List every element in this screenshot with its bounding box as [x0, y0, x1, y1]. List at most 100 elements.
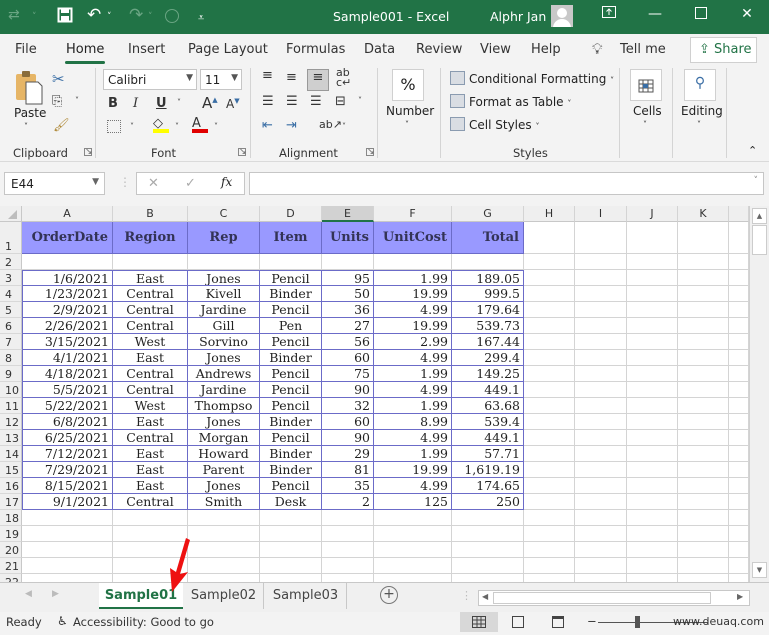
dialog-launcher-icon[interactable]: ↘ [84, 148, 93, 157]
cell-a5[interactable]: 2/9/2021 [22, 302, 113, 318]
increase-indent-icon[interactable]: ⇥ [286, 118, 297, 133]
row-header-4[interactable]: 4 [0, 286, 22, 302]
font-color-icon[interactable]: A [192, 116, 208, 133]
cell-c5[interactable]: Jardine [188, 302, 260, 318]
cell-a15[interactable]: 7/29/2021 [22, 462, 113, 478]
cell-c15[interactable]: Parent [188, 462, 260, 478]
column-header-e[interactable]: E [322, 206, 374, 222]
column-header-f[interactable]: F [374, 206, 452, 222]
autosave-icon[interactable]: ⇄ [8, 7, 20, 23]
cell-e16[interactable]: 35 [322, 478, 374, 494]
share-button[interactable]: ⇪ Share [690, 37, 757, 63]
header-cell-orderdate[interactable]: OrderDate [22, 222, 113, 254]
cell-d7[interactable]: Pencil [260, 334, 322, 350]
cell-f8[interactable]: 4.99 [374, 350, 452, 366]
touch-mode-icon[interactable] [165, 9, 179, 23]
cell-f12[interactable]: 8.99 [374, 414, 452, 430]
wrap-text-icon[interactable]: ab c↵ [336, 67, 351, 88]
collapse-ribbon-icon[interactable]: ⌃ [748, 144, 757, 157]
decrease-font-size-icon[interactable]: A▼ [226, 97, 240, 111]
maximize-icon[interactable] [689, 7, 713, 27]
dialog-launcher-icon[interactable]: ↘ [366, 148, 375, 157]
cell-e6[interactable]: 27 [322, 318, 374, 334]
cells-button[interactable]: Cells [633, 104, 662, 118]
cell-g9[interactable]: 149.25 [452, 366, 524, 382]
cell-g10[interactable]: 449.1 [452, 382, 524, 398]
format-as-table-button[interactable]: Format as Table ˅ [450, 94, 571, 109]
merge-center-icon[interactable]: ⊟ [335, 94, 346, 109]
column-header-b[interactable]: B [113, 206, 188, 222]
cell-d11[interactable]: Pencil [260, 398, 322, 414]
scroll-right-icon[interactable]: ▶ [737, 592, 743, 601]
cell-c8[interactable]: Jones [188, 350, 260, 366]
redo-icon[interactable]: ↷ [129, 5, 143, 25]
cell-g4[interactable]: 999.5 [452, 286, 524, 302]
conditional-formatting-button[interactable]: Conditional Formatting ˅ [450, 71, 614, 86]
cell-f14[interactable]: 1.99 [374, 446, 452, 462]
page-break-preview-button[interactable] [552, 616, 564, 628]
cell-f7[interactable]: 2.99 [374, 334, 452, 350]
header-cell-unitcost[interactable]: UnitCost [374, 222, 452, 254]
tab-file[interactable]: File [15, 42, 37, 57]
scroll-up-icon[interactable]: ▲ [752, 208, 767, 224]
cell-a17[interactable]: 9/1/2021 [22, 494, 113, 510]
cell-c17[interactable]: Smith [188, 494, 260, 510]
cell-b13[interactable]: Central [113, 430, 188, 446]
tab-view[interactable]: View [480, 42, 511, 57]
tell-me-search[interactable]: Tell me [620, 42, 666, 57]
row-header-1[interactable]: 1 [0, 222, 22, 254]
cell-f11[interactable]: 1.99 [374, 398, 452, 414]
cell-f16[interactable]: 4.99 [374, 478, 452, 494]
row-header-2[interactable]: 2 [0, 254, 22, 270]
cell-e12[interactable]: 60 [322, 414, 374, 430]
cell-g17[interactable]: 250 [452, 494, 524, 510]
worksheet-grid[interactable]: ABCDEFGHIJK 1 2 3 4 5 6 7 8 9 10 11 12 13 14 15 16 17 18 1… [0, 206, 749, 582]
cell-e14[interactable]: 29 [322, 446, 374, 462]
row-header-18[interactable]: 18 [0, 510, 22, 526]
cell-d3[interactable]: Pencil [260, 270, 322, 286]
cell-d15[interactable]: Binder [260, 462, 322, 478]
cell-b4[interactable]: Central [113, 286, 188, 302]
cell-g16[interactable]: 174.65 [452, 478, 524, 494]
cell-d16[interactable]: Pencil [260, 478, 322, 494]
cell-b11[interactable]: West [113, 398, 188, 414]
paste-icon[interactable] [14, 70, 44, 106]
format-painter-icon[interactable]: 🖌︎ [53, 118, 70, 133]
row-header-8[interactable]: 8 [0, 350, 22, 366]
row-header-9[interactable]: 9 [0, 366, 22, 382]
cell-b9[interactable]: Central [113, 366, 188, 382]
dialog-launcher-icon[interactable]: ↘ [238, 148, 247, 157]
vertical-scrollbar[interactable]: ▲ ▼ [749, 206, 769, 582]
cell-e8[interactable]: 60 [322, 350, 374, 366]
cell-c6[interactable]: Gill [188, 318, 260, 334]
cell-f4[interactable]: 19.99 [374, 286, 452, 302]
cell-b6[interactable]: Central [113, 318, 188, 334]
page-layout-view-button[interactable] [512, 616, 524, 628]
enter-icon[interactable]: ✓ [185, 176, 196, 191]
cell-b10[interactable]: Central [113, 382, 188, 398]
cell-f17[interactable]: 125 [374, 494, 452, 510]
cell-a12[interactable]: 6/8/2021 [22, 414, 113, 430]
row-header-10[interactable]: 10 [0, 382, 22, 398]
cell-c16[interactable]: Jones [188, 478, 260, 494]
column-header-k[interactable]: K [678, 206, 729, 222]
column-header-l[interactable] [729, 206, 749, 222]
row-header-7[interactable]: 7 [0, 334, 22, 350]
cell-d13[interactable]: Pencil [260, 430, 322, 446]
row-header-17[interactable]: 17 [0, 494, 22, 510]
cell-a14[interactable]: 7/12/2021 [22, 446, 113, 462]
cell-g13[interactable]: 449.1 [452, 430, 524, 446]
scroll-tabs-right-icon[interactable]: ▶ [52, 589, 59, 599]
cell-c12[interactable]: Jones [188, 414, 260, 430]
cell-a9[interactable]: 4/18/2021 [22, 366, 113, 382]
cell-d10[interactable]: Pencil [260, 382, 322, 398]
tab-page-layout[interactable]: Page Layout [188, 42, 268, 57]
header-cell-rep[interactable]: Rep [188, 222, 260, 254]
cell-f13[interactable]: 4.99 [374, 430, 452, 446]
header-cell-total[interactable]: Total [452, 222, 524, 254]
accessibility-status[interactable]: Accessibility: Good to go [73, 615, 214, 629]
expand-formula-bar-icon[interactable]: ˅ [754, 176, 759, 186]
row-header-13[interactable]: 13 [0, 430, 22, 446]
copy-icon[interactable]: ⎘ [52, 94, 62, 109]
cell-styles-button[interactable]: Cell Styles ˅ [450, 117, 539, 132]
